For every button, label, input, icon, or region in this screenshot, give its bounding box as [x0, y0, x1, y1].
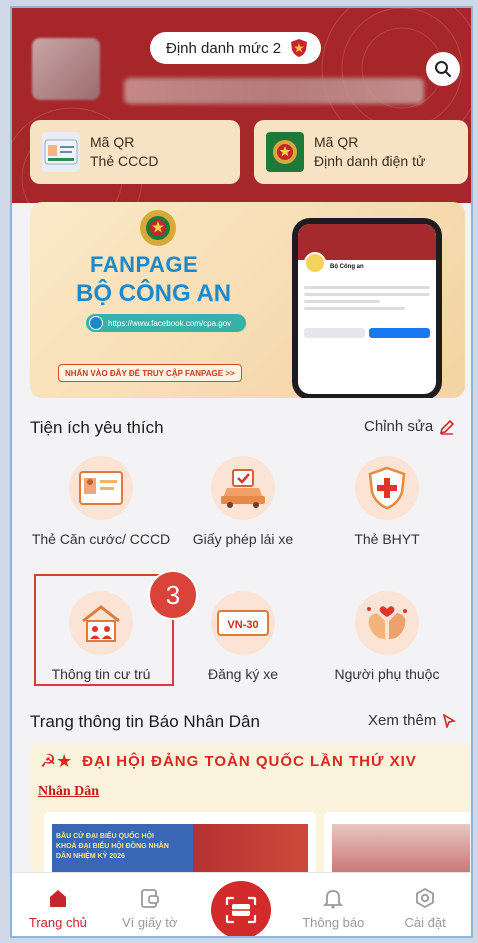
tile-driving-license[interactable]: Giấy phép lái xe [168, 456, 318, 548]
search-button[interactable] [426, 52, 460, 86]
police-emblem-icon [140, 210, 176, 246]
fanpage-banner[interactable]: FANPAGE BỘ CÔNG AN https://www.facebook.… [30, 202, 465, 398]
news-strip: ☭★ ĐẠI HỘI ĐẢNG TOÀN QUỐC LẦN THỨ XIV [30, 744, 470, 778]
banner-title-2: BỘ CÔNG AN [76, 280, 232, 307]
scan-button[interactable] [211, 881, 272, 936]
nav-wallet-label: Ví giấy tờ [121, 915, 178, 930]
police-emblem-icon [266, 132, 304, 172]
step-badge: 3 [148, 570, 198, 620]
tile-dependents-label: Người phụ thuộc [334, 666, 440, 682]
tile-cccd[interactable]: Thẻ Căn cước/ CCCD [26, 456, 176, 548]
nav-settings[interactable]: Cài đặt [379, 873, 471, 936]
bottom-nav: Trang chủ Ví giấy tờ Thông báo Cài đặt [12, 872, 471, 936]
tile-dependents[interactable]: Người phụ thuộc [312, 591, 462, 683]
search-icon [435, 61, 451, 77]
mock-buttons [304, 328, 430, 338]
qr-eid-card[interactable]: Mã QR Định danh điện tử [254, 120, 468, 184]
user-name-blurred [124, 78, 424, 104]
news-card-text: BẦU CỬ ĐẠI BIỂU QUỐC HỘI KHOÁ ĐẠI BIỂU H… [56, 833, 169, 860]
tile-cccd-label: Thẻ Căn cước/ CCCD [31, 531, 171, 547]
favorites-title: Tiện ích yêu thích [30, 418, 164, 437]
nav-home[interactable]: Trang chủ [12, 873, 104, 936]
home-header: Định danh mức 2 Mã QR Thẻ CCCD Mã QR Địn… [12, 8, 471, 203]
tile-health-insurance-label: Thẻ BHYT [354, 531, 420, 547]
tile-vehicle-registration-label: Đăng ký xe [207, 666, 279, 682]
id-card-icon [69, 456, 133, 520]
health-shield-icon [355, 456, 419, 520]
banner-cta[interactable]: NHẤN VÀO ĐÂY ĐỂ TRUY CẬP FANPAGE >> [58, 364, 242, 382]
edit-favorites-button[interactable]: Chỉnh sửa [364, 418, 455, 435]
flag-icons: ☭★ [40, 750, 73, 771]
banner-url-text: https://www.facebook.com/cpa.gov [108, 318, 232, 328]
qr-cccd-line1: Mã QR [90, 134, 135, 150]
banner-phone-mockup: Bộ Công an [292, 218, 442, 398]
qr-cccd-line2: Thẻ CCCD [90, 153, 159, 169]
mock-avatar [304, 252, 326, 274]
identity-level-label: Định danh mức 2 [166, 39, 282, 57]
plate-icon: VN-30 [211, 591, 275, 655]
scan-icon [226, 896, 257, 924]
edit-label: Chỉnh sửa [364, 418, 434, 435]
bell-icon [323, 890, 344, 909]
identity-level-pill[interactable]: Định danh mức 2 [150, 32, 322, 64]
mock-page-name: Bộ Công an [330, 264, 364, 270]
car-license-icon [211, 456, 275, 520]
qr-cccd-card[interactable]: Mã QR Thẻ CCCD [30, 120, 240, 184]
qr-eid-line1: Mã QR [314, 134, 359, 150]
banner-url: https://www.facebook.com/cpa.gov [86, 314, 246, 332]
gear-icon [416, 887, 434, 909]
nav-notifications[interactable]: Thông báo [287, 873, 379, 936]
nav-notifications-label: Thông báo [302, 915, 365, 930]
banner-title-1: FANPAGE [90, 252, 199, 277]
tile-health-insurance[interactable]: Thẻ BHYT [312, 456, 462, 548]
phone-screen: Định danh mức 2 Mã QR Thẻ CCCD Mã QR Địn… [10, 6, 473, 938]
nav-home-label: Trang chủ [28, 915, 87, 930]
cursor-arrow-icon [443, 713, 457, 728]
mock-text-lines [304, 286, 430, 314]
id-card-icon [42, 132, 80, 172]
nav-scan[interactable] [196, 873, 288, 936]
tile-driving-license-label: Giấy phép lái xe [192, 531, 294, 547]
shield-star-icon [291, 39, 308, 57]
news-title: Trang thông tin Báo Nhân Dân [30, 712, 260, 731]
globe-icon [89, 316, 103, 330]
qr-eid-line2: Định danh điện tử [314, 153, 426, 169]
avatar[interactable] [32, 38, 100, 100]
nav-settings-label: Cài đặt [404, 915, 446, 930]
home-icon [49, 890, 66, 907]
wallet-icon [140, 889, 159, 908]
plate-text: VN-30 [227, 619, 258, 631]
hands-heart-icon [355, 591, 419, 655]
news-banner-text: ĐẠI HỘI ĐẢNG TOÀN QUỐC LẦN THỨ XIV [82, 752, 417, 770]
see-more-label: Xem thêm [368, 712, 437, 729]
nhan-dan-logo: Nhân Dân [38, 784, 100, 799]
see-more-button[interactable]: Xem thêm [368, 712, 457, 729]
pencil-icon [440, 419, 455, 435]
nav-wallet[interactable]: Ví giấy tờ [104, 873, 196, 936]
